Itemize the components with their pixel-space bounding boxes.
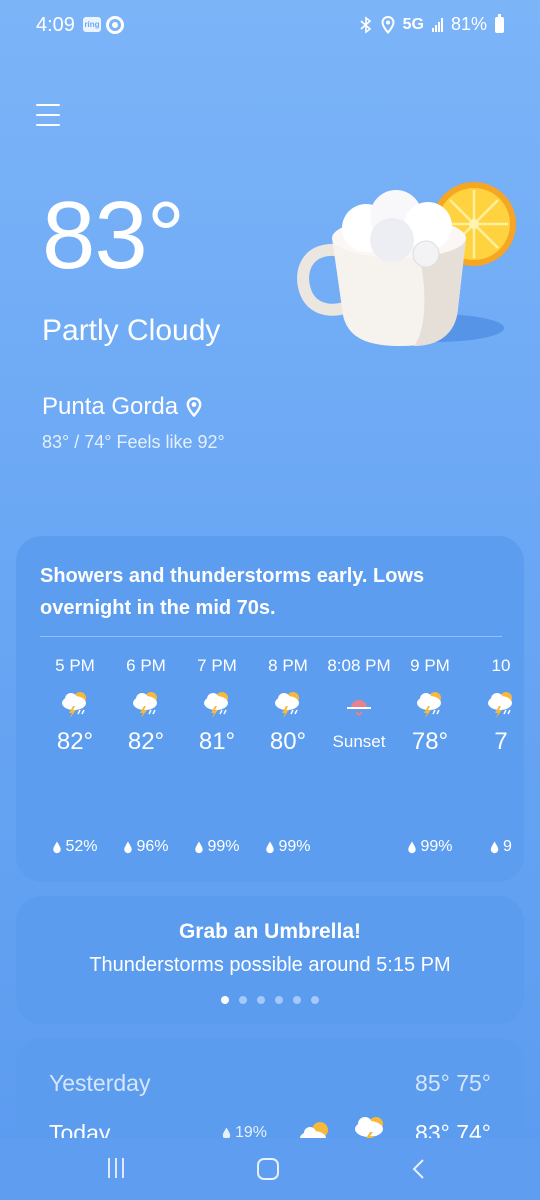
page-dot[interactable] [239,996,247,1004]
hour-temperature: 81° [198,728,236,755]
day-label: Yesterday [49,1070,151,1096]
location-pin-icon [186,397,202,417]
page-dot[interactable] [293,996,301,1004]
ring-app-icon: ring [83,17,101,32]
day-hi-lo: 85° 75° [415,1070,491,1096]
rain-chance: 99% [265,838,311,856]
raindrop-icon [124,841,132,853]
recent-apps-button[interactable] [108,1158,128,1180]
divider [40,636,502,637]
thunderstorm-icon [133,692,157,718]
page-dot[interactable] [275,996,283,1004]
current-condition: Partly Cloudy [42,314,221,347]
hour-item: 8 PM 80° [252,654,324,758]
location-selector[interactable]: Punta Gorda [42,393,202,421]
rain-chance: 99% [407,838,453,856]
status-indicators: 5G 81% [359,13,504,35]
thunderstorm-icon [204,692,228,718]
hour-item: 9 PM 78° [394,654,466,758]
hour-temperature: 78° [411,728,449,755]
rain-chance: 52% [52,838,98,856]
raindrop-icon [408,841,416,853]
hour-time: 5 PM [55,656,95,675]
hour-time: 7 PM [197,656,237,675]
thunderstorm-icon [417,692,441,718]
battery-icon [495,13,504,33]
hourly-forecast-card[interactable]: Showers and thunderstorms early. Lows ov… [16,536,524,882]
page-dot[interactable] [221,996,229,1004]
thunderstorm-icon [62,692,86,718]
hour-time: 8 PM [268,656,308,675]
hour-item: 8:08 PM Sunset [323,654,395,758]
thunderstorm-icon [275,692,299,718]
raindrop-icon [266,841,274,853]
sunset-label: Sunset [332,732,386,751]
location-status-icon [381,15,395,34]
menu-button[interactable] [36,104,60,128]
rain-chance: 96% [123,838,169,856]
hour-item: 5 PM 82° [39,654,111,758]
daily-forecast-card[interactable]: Yesterday 85° 75° Today 19% 83° 74° [16,1038,524,1148]
raindrop-icon [53,841,61,853]
hourly-forecast-list[interactable]: 5 PM 82° 52% 6 PM 82° 96% 7 PM 81° 99% 8 PM 80° 99%… [16,654,524,864]
hour-temperature: 80° [269,728,307,755]
alert-text: Thunderstorms possible around 5:15 PM [89,954,451,976]
thunderstorm-icon [488,692,512,718]
status-time: 4:09 [36,14,75,36]
hour-item: 10 7 [465,654,524,758]
raindrop-icon [490,841,499,853]
status-bar: 4:09 ring 5G 81% [0,0,540,54]
signal-icon [431,17,443,32]
hour-temperature: 7 [494,728,508,755]
location-name: Punta Gorda [42,393,179,420]
current-temperature: 83° [42,182,185,289]
page-dot[interactable] [311,996,319,1004]
rain-chance: 99% [194,838,240,856]
page-indicator[interactable] [16,996,524,1004]
hour-time: 6 PM [126,656,166,675]
weather-illustration-cup-icon [297,182,516,346]
hour-time: 8:08 PM [327,656,391,675]
hour-temperature: 82° [56,728,94,755]
network-type: 5G [402,15,424,33]
alert-title: Grab an Umbrella! [178,920,362,943]
hour-temperature: 82° [127,728,165,755]
back-button[interactable] [410,1158,428,1180]
record-icon [106,16,124,34]
home-button[interactable] [257,1158,279,1180]
hour-time: 10 [491,656,511,675]
forecast-summary: Showers and thunderstorms early. Lows ov… [40,565,425,619]
hour-item: 7 PM 81° [181,654,253,758]
bluetooth-icon [360,15,371,34]
system-navigation-bar [0,1138,540,1200]
hi-lo-feels-like: 83° / 74° Feels like 92° [42,432,225,452]
page-dot[interactable] [257,996,265,1004]
daily-row-yesterday[interactable]: Yesterday 85° 75° [16,1062,524,1102]
rain-chance: 9 [490,838,512,856]
raindrop-icon [195,841,203,853]
hour-time: 9 PM [410,656,450,675]
hour-item: 6 PM 82° [110,654,182,758]
weather-alert-card[interactable]: Grab an Umbrella! Thunderstorms possible… [16,896,524,1024]
sunset-icon [347,700,371,717]
battery-percent: 81% [450,14,487,34]
